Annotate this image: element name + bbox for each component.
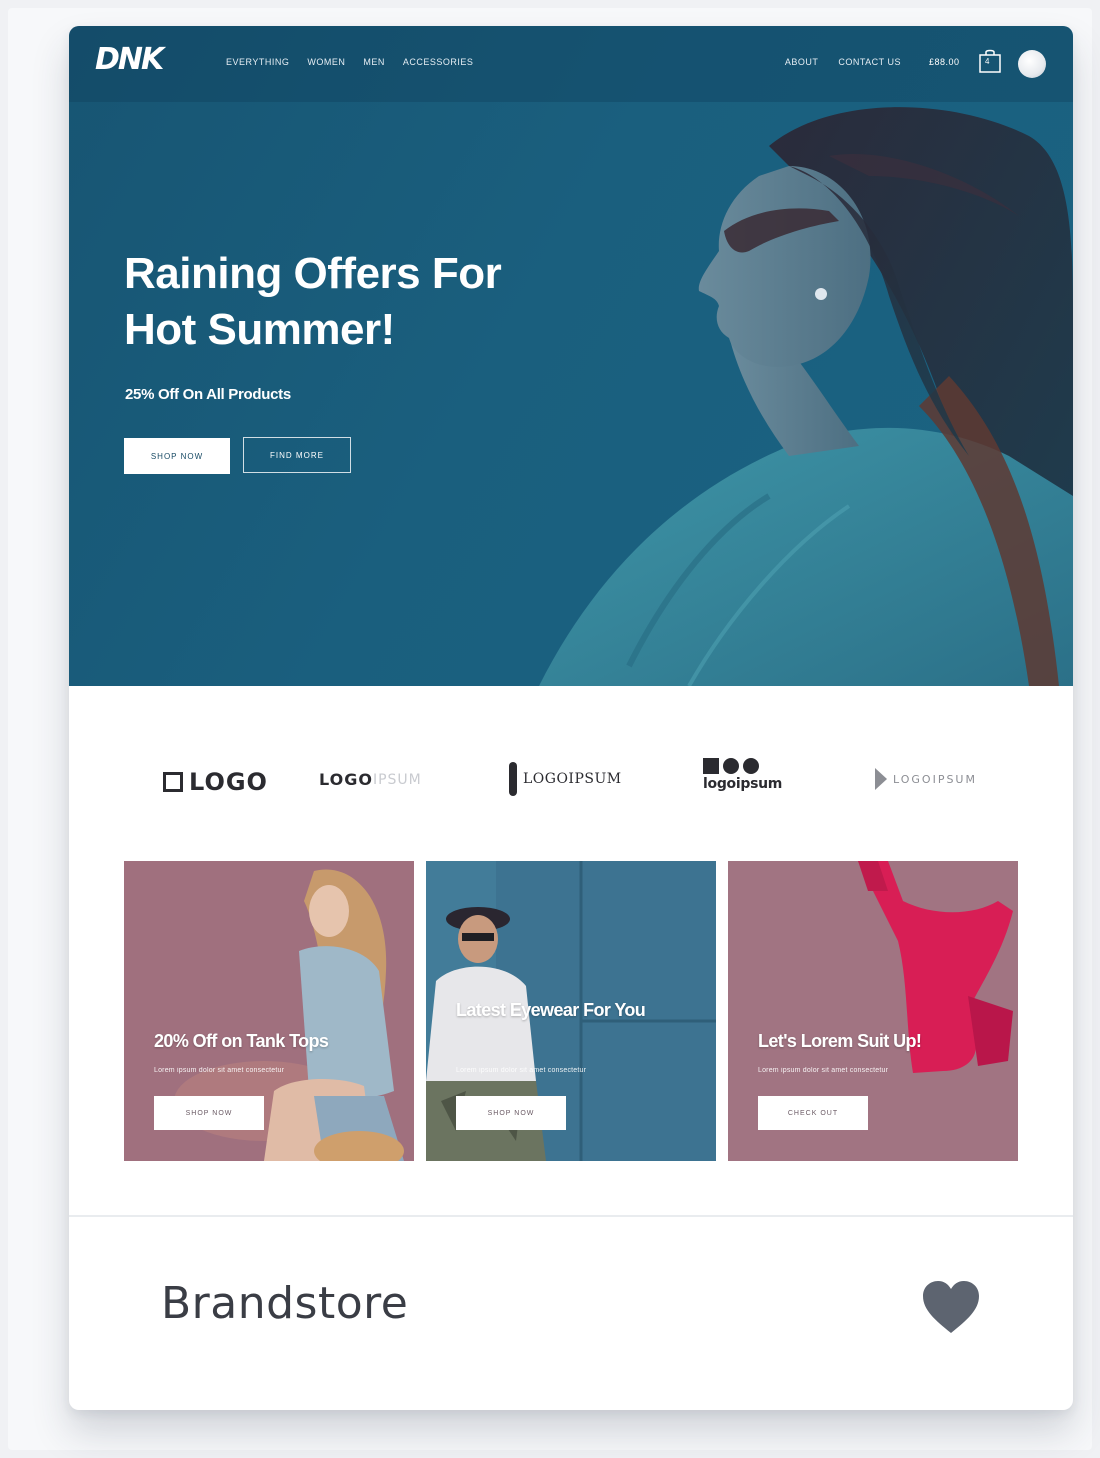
- partner-logo-1: LOGO: [163, 768, 268, 796]
- top-navigation: DNK EVERYTHING WOMEN MEN ACCESSORIES ABO…: [69, 26, 1073, 102]
- partner-logo-2: LOGO IPSUM: [319, 770, 422, 789]
- hero-banner: DNK EVERYTHING WOMEN MEN ACCESSORIES ABO…: [69, 26, 1073, 686]
- shopping-bag-icon: [979, 49, 1001, 73]
- nav-link-contact[interactable]: CONTACT US: [838, 57, 901, 67]
- hero-title: Raining Offers For Hot Summer!: [124, 249, 502, 354]
- arrow-logo-icon: [875, 768, 887, 790]
- partner-logo-5: LOGOIPSUM: [875, 768, 977, 790]
- find-more-button[interactable]: FIND MORE: [243, 437, 351, 473]
- promo-title: Let's Lorem Suit Up!: [758, 1031, 922, 1051]
- cart-count: 4: [985, 57, 990, 66]
- dots-logo-icon: [703, 758, 759, 774]
- promo-card-suit-up[interactable]: Let's Lorem Suit Up! Lorem ipsum dolor s…: [728, 861, 1018, 1161]
- site-logo[interactable]: DNK: [95, 42, 164, 77]
- nav-link-women[interactable]: WOMEN: [307, 57, 345, 67]
- promo-description: Lorem ipsum dolor sit amet consectetur: [154, 1067, 285, 1074]
- heart-icon: [923, 1281, 979, 1333]
- nav-link-everything[interactable]: EVERYTHING: [226, 57, 289, 67]
- secondary-nav: ABOUT CONTACT US: [785, 57, 901, 67]
- promo-description: Lorem ipsum dolor sit amet consectetur: [456, 1067, 587, 1074]
- nav-link-about[interactable]: ABOUT: [785, 57, 819, 67]
- shop-now-button[interactable]: SHOP NOW: [124, 438, 230, 474]
- hero-subtitle: 25% Off On All Products: [125, 386, 291, 403]
- promo-description: Lorem ipsum dolor sit amet consectetur: [758, 1067, 889, 1074]
- promo-check-out-button[interactable]: CHECK OUT: [758, 1096, 868, 1130]
- promo-shop-now-button[interactable]: SHOP NOW: [154, 1096, 264, 1130]
- cart-total: £88.00: [929, 57, 960, 67]
- partner-logos: LOGO LOGO IPSUM LOGOIPSUM logoipsum LOGO…: [69, 686, 1073, 856]
- brandstore-card[interactable]: DNK EVERYTHING WOMEN MEN ACCESSORIES ABO…: [69, 26, 1073, 1410]
- promo-card-tank-tops[interactable]: 20% Off on Tank Tops Lorem ipsum dolor s…: [124, 861, 414, 1161]
- nav-link-men[interactable]: MEN: [363, 57, 385, 67]
- promo-title: Latest Eyewear For You: [456, 1000, 646, 1020]
- promo-title: 20% Off on Tank Tops: [154, 1031, 329, 1051]
- primary-nav: EVERYTHING WOMEN MEN ACCESSORIES: [226, 57, 473, 67]
- card-divider: [69, 1215, 1073, 1217]
- nav-link-accessories[interactable]: ACCESSORIES: [403, 57, 474, 67]
- avatar[interactable]: [1018, 50, 1046, 78]
- partner-logo-4: logoipsum: [703, 758, 782, 792]
- promo-card-eyewear[interactable]: Latest Eyewear For You Lorem ipsum dolor…: [426, 861, 716, 1161]
- cart-button[interactable]: 4: [978, 48, 1002, 74]
- feather-logo-icon: [509, 762, 517, 796]
- square-logo-icon: [163, 772, 183, 792]
- card-title: Brandstore: [161, 1278, 409, 1329]
- favorite-button[interactable]: [921, 1279, 981, 1335]
- partner-logo-3: LOGOIPSUM: [509, 762, 622, 796]
- promo-shop-now-button[interactable]: SHOP NOW: [456, 1096, 566, 1130]
